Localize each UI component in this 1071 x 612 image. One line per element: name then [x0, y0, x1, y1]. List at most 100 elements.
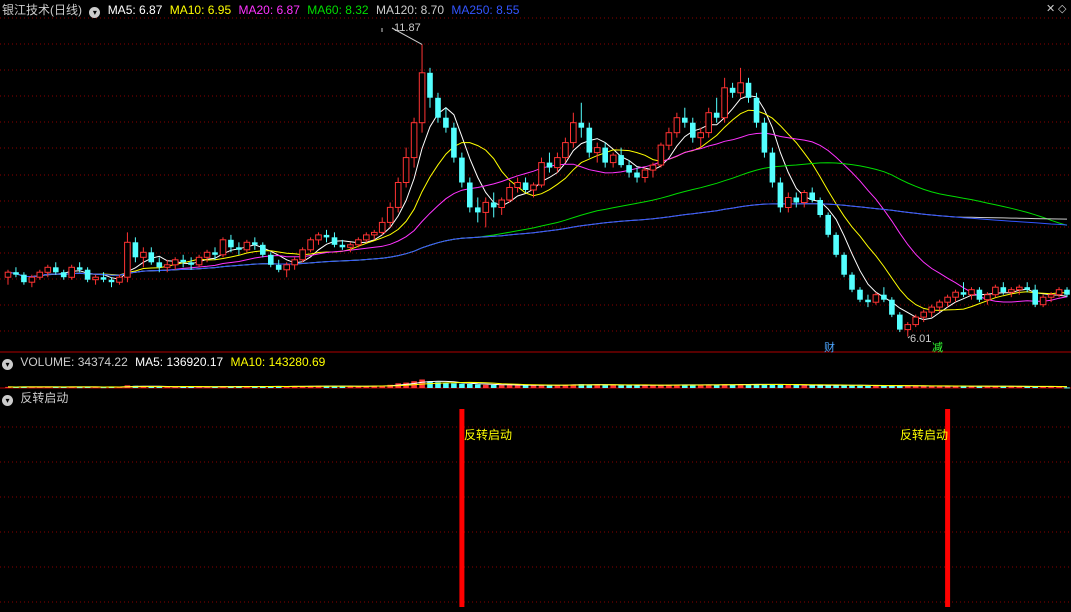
candle-body-124 — [992, 286, 999, 296]
ma250-readout: MA250: 8.55 — [451, 3, 520, 17]
candle-body-113 — [904, 324, 912, 331]
indicator-panel-menu-icon[interactable]: ▾ — [2, 395, 13, 406]
candle-body-2 — [21, 274, 27, 283]
candle-body-121 — [968, 289, 975, 296]
candle-body-89 — [713, 112, 720, 118]
volume-bar-69 — [554, 385, 561, 388]
candle-body-97 — [777, 182, 784, 208]
candle-body-93 — [745, 82, 752, 98]
candle-body-45 — [363, 234, 370, 241]
volume-bar-77 — [618, 385, 624, 388]
volume-panel-header: ▾ VOLUME: 34374.22 MA5: 136920.17 MA10: … — [2, 353, 329, 371]
candle-body-127 — [1016, 286, 1023, 291]
signal-label-1: 反转启动 — [464, 427, 512, 442]
candle-body-70 — [562, 142, 569, 159]
candle-body-122 — [976, 289, 983, 300]
candle-body-28 — [228, 239, 234, 248]
volume-bar-106 — [849, 385, 855, 388]
candle-body-5 — [44, 266, 52, 273]
volume-bar-55 — [443, 383, 449, 388]
candle-body-37 — [299, 249, 306, 261]
chart-annotations: 11.87 6.01 财 减 反转启动 反转启动 — [381, 22, 948, 442]
candle-body-77 — [618, 155, 624, 166]
candle-body-128 — [1024, 287, 1030, 290]
candle-body-9 — [76, 267, 83, 270]
finance-event-marker[interactable]: 财 — [824, 340, 835, 354]
candle-body-105 — [841, 254, 847, 275]
volume-series[interactable] — [5, 379, 1070, 389]
candle-body-118 — [944, 296, 951, 303]
candle-body-84 — [673, 117, 681, 134]
candle-body-79 — [634, 172, 640, 178]
candle-body-131 — [1047, 294, 1055, 298]
candle-body-23 — [188, 262, 194, 265]
candle-body-25 — [203, 251, 211, 258]
candle-body-22 — [180, 259, 186, 263]
close-panel-icon[interactable]: ✕ — [1046, 2, 1055, 15]
volume-bar-105 — [841, 385, 847, 388]
ma120-readout: MA120: 8.70 — [375, 3, 445, 17]
ma60-readout: MA60: 8.32 — [307, 3, 369, 17]
candle-body-111 — [889, 299, 895, 315]
candle-body-88 — [705, 112, 713, 134]
candle-body-67 — [538, 162, 545, 186]
candle-body-95 — [761, 122, 768, 153]
volume-bar-64 — [514, 385, 521, 388]
candle-body-125 — [1000, 287, 1007, 293]
ma20-line — [7, 132, 1068, 303]
candlestick-series[interactable] — [4, 44, 1070, 337]
volume-menu-icon[interactable]: ▾ — [2, 359, 13, 370]
volume-bar-57 — [459, 383, 465, 388]
candle-body-27 — [219, 239, 227, 256]
candle-body-68 — [546, 162, 553, 168]
kline-chart[interactable]: 11.87 6.01 财 减 反转启动 反转启动 — [0, 0, 1071, 612]
candle-body-7 — [60, 272, 67, 278]
volume-bar-58 — [467, 384, 473, 388]
candle-body-31 — [252, 242, 258, 245]
candle-body-51 — [410, 122, 418, 159]
ma5-line — [7, 95, 1068, 321]
candle-body-130 — [1039, 296, 1047, 306]
candle-body-13 — [108, 279, 115, 283]
volume-bar-108 — [865, 385, 871, 388]
candle-body-66 — [530, 184, 537, 191]
candle-body-116 — [928, 306, 936, 313]
candle-body-32 — [260, 244, 266, 255]
candle-body-46 — [371, 231, 378, 236]
candle-body-71 — [570, 122, 577, 144]
ma10-line — [7, 109, 1067, 311]
candle-body-44 — [355, 239, 362, 246]
candle-body-74 — [593, 147, 601, 154]
candle-body-117 — [936, 301, 943, 308]
candle-body-21 — [171, 259, 179, 266]
price-panel-header: 银江技术(日线) ▾ MA5: 6.87 MA10: 6.95 MA20: 6.… — [2, 1, 523, 19]
candle-body-123 — [984, 294, 991, 301]
volume-bar-62 — [498, 385, 505, 388]
indicator-menu-icon[interactable]: ▾ — [89, 7, 101, 18]
candle-body-55 — [443, 117, 449, 128]
candle-body-63 — [506, 187, 513, 201]
volume-bar-101 — [809, 385, 815, 388]
candle-body-20 — [163, 264, 171, 268]
high-price-label: 11.87 — [394, 22, 421, 34]
volume-bar-107 — [857, 385, 863, 388]
candle-body-126 — [1008, 289, 1015, 293]
candle-body-40 — [323, 234, 330, 238]
candle-body-50 — [402, 157, 410, 184]
candle-body-99 — [793, 197, 800, 203]
candle-body-30 — [243, 241, 251, 251]
candle-body-53 — [427, 72, 433, 98]
candle-body-100 — [801, 192, 808, 203]
candle-body-1 — [13, 272, 19, 275]
candle-body-54 — [435, 97, 441, 118]
candle-body-33 — [268, 254, 274, 265]
candle-body-108 — [865, 299, 871, 303]
candle-body-12 — [100, 277, 107, 280]
reduce-holding-marker[interactable]: 减 — [932, 341, 943, 354]
candle-body-48 — [386, 206, 394, 223]
candle-body-73 — [586, 127, 593, 153]
expand-panel-icon[interactable]: ◇ — [1058, 2, 1066, 15]
candle-body-16 — [132, 242, 139, 258]
candle-body-35 — [283, 264, 290, 271]
candle-body-43 — [347, 244, 354, 248]
